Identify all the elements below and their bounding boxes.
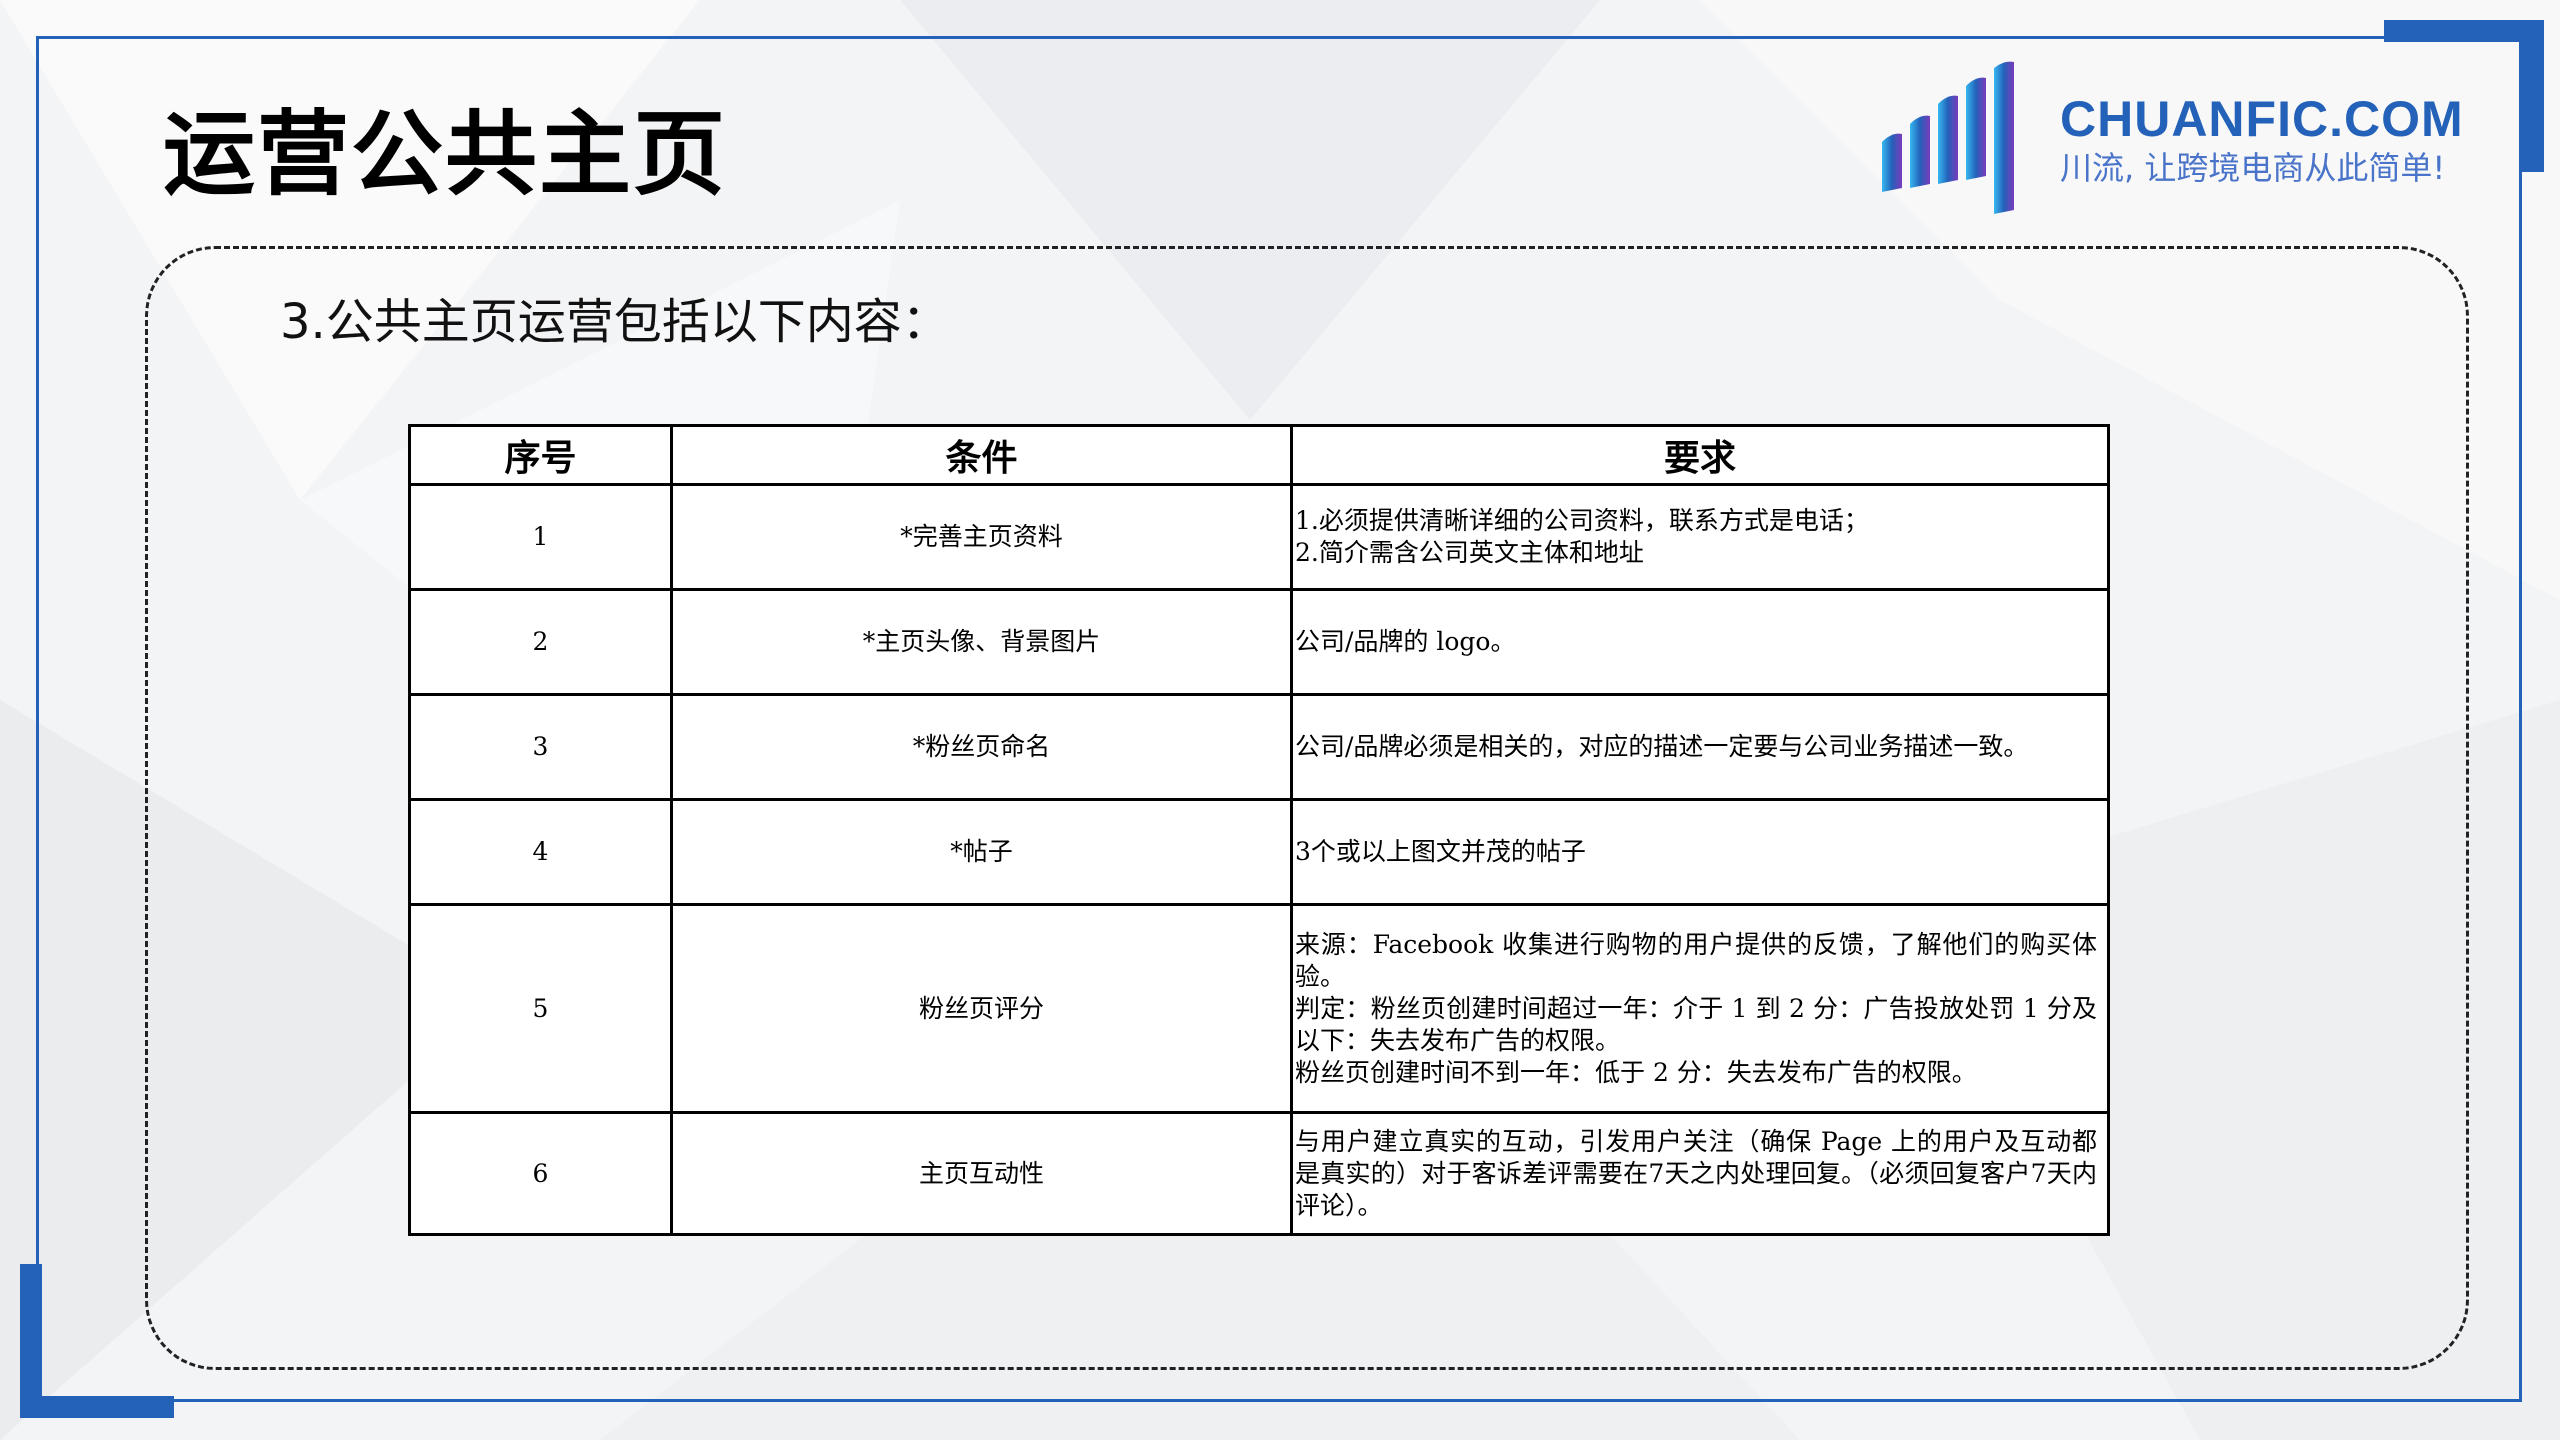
section-subtitle: 3.公共主页运营包括以下内容： [280,294,950,350]
row-condition: 主页互动性 [670,1111,1293,1236]
brand-logo: CHUANFIC.COM 川流, 让跨境电商从此简单! [1880,58,2463,218]
page-title: 运营公共主页 [163,101,728,208]
row-number: 1 [408,483,673,591]
row-requirement: 公司/品牌的 logo。 [1290,588,2110,696]
row-number: 3 [408,693,673,801]
table-row: 5 粉丝页评分 来源：Facebook 收集进行购物的用户提供的反馈，了解他们的… [408,903,2110,1114]
requirement-line: 来源：Facebook 收集进行购物的用户提供的反馈，了解他们的购买体验。 [1295,929,2097,991]
row-condition: *主页头像、背景图片 [670,588,1293,696]
row-number: 6 [408,1111,673,1236]
requirement-line: 与用户建立真实的互动，引发用户关注（确保 Page 上的用户及互动都是真实的）对… [1295,1126,2097,1220]
table-row: 4 *帖子 3个或以上图文并茂的帖子 [408,798,2110,906]
requirement-line: 1.必须提供清晰详细的公司资料，联系方式是电话； [1295,506,1869,535]
row-number: 5 [408,903,673,1114]
row-requirement: 公司/品牌必须是相关的，对应的描述一定要与公司业务描述一致。 [1290,693,2110,801]
brand-slogan: 川流, 让跨境电商从此简单! [2060,149,2446,187]
requirements-table: 序号 条件 要求 1 *完善主页资料 1.必须提供清晰详细的公司资料，联系方式是… [408,424,2110,1236]
row-condition: *帖子 [670,798,1293,906]
table-row: 6 主页互动性 与用户建立真实的互动，引发用户关注（确保 Page 上的用户及互… [408,1111,2110,1236]
brand-name: CHUANFIC.COM [2060,91,2464,147]
table-header-row: 序号 条件 要求 [408,424,2110,486]
header-requirement: 要求 [1290,424,2110,486]
requirement-line: 3个或以上图文并茂的帖子 [1295,837,1586,866]
requirement-line: 判定：粉丝页创建时间超过一年：介于 1 到 2 分：广告投放处罚 1 分及以下：… [1295,993,2097,1055]
row-condition: *完善主页资料 [670,483,1293,591]
row-condition: *粉丝页命名 [670,693,1293,801]
requirement-line: 公司/品牌的 logo。 [1295,627,1516,656]
requirement-line: 公司/品牌必须是相关的，对应的描述一定要与公司业务描述一致。 [1295,732,2029,761]
table-row: 1 *完善主页资料 1.必须提供清晰详细的公司资料，联系方式是电话； 2.简介需… [408,483,2110,591]
row-requirement: 来源：Facebook 收集进行购物的用户提供的反馈，了解他们的购买体验。 判定… [1290,903,2110,1114]
row-requirement: 1.必须提供清晰详细的公司资料，联系方式是电话； 2.简介需含公司英文主体和地址 [1290,483,2110,591]
table-row: 2 *主页头像、背景图片 公司/品牌的 logo。 [408,588,2110,696]
requirement-line: 2.简介需含公司英文主体和地址 [1295,538,1644,567]
requirement-line: 粉丝页创建时间不到一年：低于 2 分：失去发布广告的权限。 [1295,1057,1977,1087]
header-number: 序号 [408,424,673,486]
row-requirement: 与用户建立真实的互动，引发用户关注（确保 Page 上的用户及互动都是真实的）对… [1290,1111,2110,1236]
row-condition: 粉丝页评分 [670,903,1293,1114]
row-number: 2 [408,588,673,696]
header-condition: 条件 [670,424,1293,486]
row-requirement: 3个或以上图文并茂的帖子 [1290,798,2110,906]
table-row: 3 *粉丝页命名 公司/品牌必须是相关的，对应的描述一定要与公司业务描述一致。 [408,693,2110,801]
row-number: 4 [408,798,673,906]
bar-chart-logo-icon [1882,61,2014,214]
